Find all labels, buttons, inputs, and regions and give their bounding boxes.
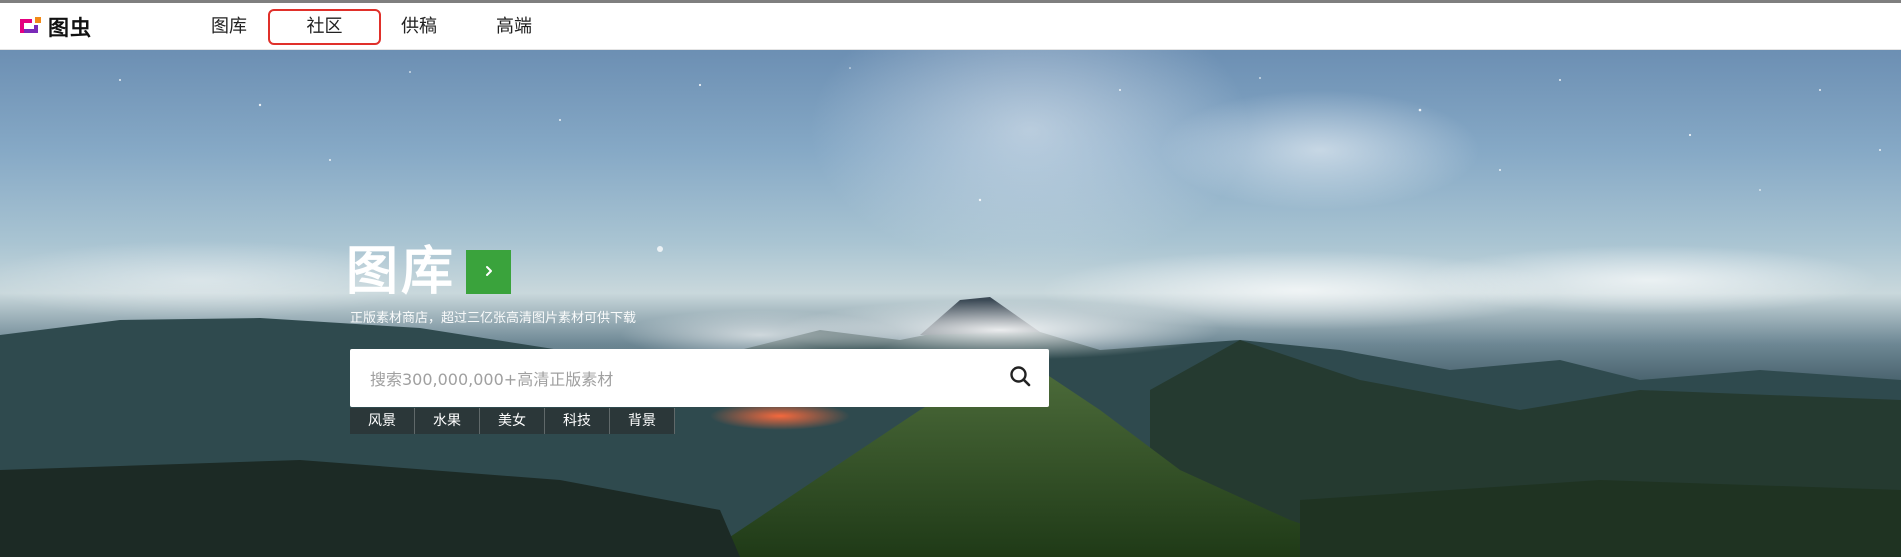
search-input[interactable] bbox=[368, 349, 972, 409]
logo[interactable]: 图虫 bbox=[18, 15, 92, 40]
hero-arrow-button[interactable] bbox=[466, 250, 511, 294]
hot-tags: 风景 水果 美女 科技 背景 bbox=[350, 408, 675, 434]
search-button[interactable] bbox=[1005, 363, 1035, 393]
tag-beauty[interactable]: 美女 bbox=[480, 408, 545, 434]
tag-background[interactable]: 背景 bbox=[610, 408, 675, 434]
logo-text: 图虫 bbox=[48, 16, 92, 40]
tuchong-logo-icon bbox=[18, 15, 42, 39]
chevron-right-icon bbox=[482, 263, 496, 282]
hero-title: 图库 bbox=[346, 242, 457, 302]
hero-background-image bbox=[0, 50, 1901, 557]
nav-item-contribute[interactable]: 供稿 bbox=[392, 9, 446, 45]
tag-fruit[interactable]: 水果 bbox=[415, 408, 480, 434]
nav-item-community[interactable]: 社区 bbox=[268, 9, 381, 45]
search-bar bbox=[350, 349, 1049, 409]
tag-technology[interactable]: 科技 bbox=[545, 408, 610, 434]
hero-subtitle: 正版素材商店，超过三亿张高清图片素材可供下载 bbox=[350, 311, 637, 326]
nav-item-premium[interactable]: 高端 bbox=[487, 9, 541, 45]
hero-banner: 图库 正版素材商店，超过三亿张高清图片素材可供下载 风景 水果 美女 科技 背景 bbox=[0, 50, 1901, 557]
top-navbar: 图虫 图库 社区 供稿 高端 bbox=[0, 3, 1901, 50]
tag-scenery[interactable]: 风景 bbox=[350, 408, 415, 434]
search-icon bbox=[1008, 364, 1032, 392]
nav-item-gallery[interactable]: 图库 bbox=[202, 9, 256, 45]
